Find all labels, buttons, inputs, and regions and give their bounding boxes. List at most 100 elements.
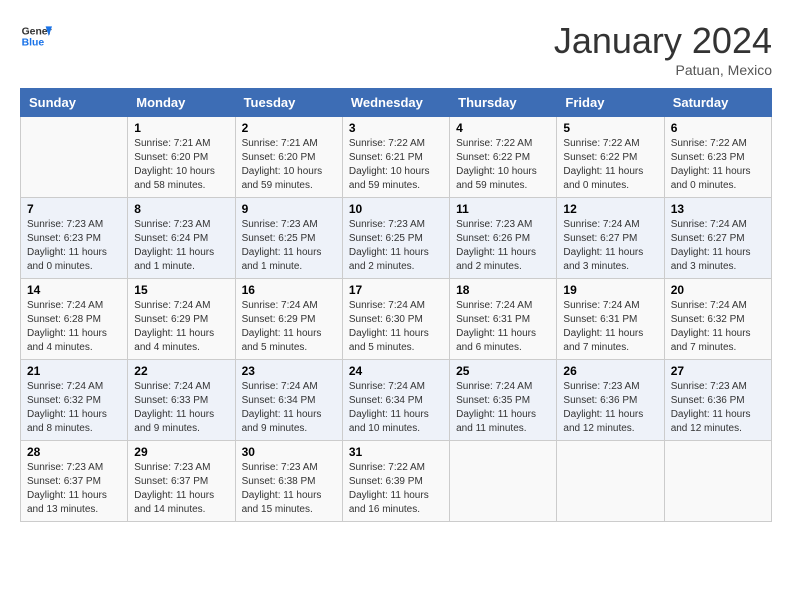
calendar-cell: 26 Sunrise: 7:23 AM Sunset: 6:36 PM Dayli…	[557, 360, 664, 441]
calendar-cell: 28 Sunrise: 7:23 AM Sunset: 6:37 PM Dayli…	[21, 441, 128, 522]
calendar-cell: 22 Sunrise: 7:24 AM Sunset: 6:33 PM Dayli…	[128, 360, 235, 441]
day-info: Sunrise: 7:24 AM Sunset: 6:31 PM Dayligh…	[456, 299, 550, 355]
day-info: Sunrise: 7:24 AM Sunset: 6:27 PM Dayligh…	[671, 218, 765, 274]
day-number: 3	[349, 121, 443, 135]
day-info: Sunrise: 7:24 AM Sunset: 6:31 PM Dayligh…	[563, 299, 657, 355]
day-number: 6	[671, 121, 765, 135]
column-header-tuesday: Tuesday	[235, 89, 342, 117]
calendar-cell: 8 Sunrise: 7:23 AM Sunset: 6:24 PM Daylig…	[128, 198, 235, 279]
day-number: 8	[134, 202, 228, 216]
day-info: Sunrise: 7:22 AM Sunset: 6:22 PM Dayligh…	[563, 137, 657, 193]
day-info: Sunrise: 7:23 AM Sunset: 6:24 PM Dayligh…	[134, 218, 228, 274]
day-info: Sunrise: 7:22 AM Sunset: 6:23 PM Dayligh…	[671, 137, 765, 193]
calendar-cell: 11 Sunrise: 7:23 AM Sunset: 6:26 PM Dayli…	[450, 198, 557, 279]
logo-icon: General Blue	[20, 20, 52, 52]
calendar-cell: 25 Sunrise: 7:24 AM Sunset: 6:35 PM Dayli…	[450, 360, 557, 441]
logo: General Blue	[20, 20, 52, 52]
calendar-cell: 24 Sunrise: 7:24 AM Sunset: 6:34 PM Dayli…	[342, 360, 449, 441]
day-number: 10	[349, 202, 443, 216]
day-info: Sunrise: 7:24 AM Sunset: 6:33 PM Dayligh…	[134, 380, 228, 436]
day-number: 22	[134, 364, 228, 378]
calendar-cell: 30 Sunrise: 7:23 AM Sunset: 6:38 PM Dayli…	[235, 441, 342, 522]
day-number: 25	[456, 364, 550, 378]
day-number: 27	[671, 364, 765, 378]
day-info: Sunrise: 7:24 AM Sunset: 6:32 PM Dayligh…	[671, 299, 765, 355]
calendar-cell: 27 Sunrise: 7:23 AM Sunset: 6:36 PM Dayli…	[664, 360, 771, 441]
day-info: Sunrise: 7:22 AM Sunset: 6:21 PM Dayligh…	[349, 137, 443, 193]
day-info: Sunrise: 7:23 AM Sunset: 6:36 PM Dayligh…	[563, 380, 657, 436]
day-info: Sunrise: 7:23 AM Sunset: 6:38 PM Dayligh…	[242, 461, 336, 517]
calendar-cell: 19Sunrise: 7:24 AM Sunset: 6:31 PM Dayli…	[557, 279, 664, 360]
svg-text:Blue: Blue	[22, 38, 45, 49]
calendar-cell: 10Sunrise: 7:23 AM Sunset: 6:25 PM Dayli…	[342, 198, 449, 279]
calendar-cell: 18 Sunrise: 7:24 AM Sunset: 6:31 PM Dayli…	[450, 279, 557, 360]
day-info: Sunrise: 7:24 AM Sunset: 6:34 PM Dayligh…	[242, 380, 336, 436]
day-number: 26	[563, 364, 657, 378]
calendar-cell: 14 Sunrise: 7:24 AM Sunset: 6:28 PM Dayli…	[21, 279, 128, 360]
calendar-cell: 15 Sunrise: 7:24 AM Sunset: 6:29 PM Dayli…	[128, 279, 235, 360]
day-number: 20	[671, 283, 765, 297]
day-number: 24	[349, 364, 443, 378]
day-info: Sunrise: 7:23 AM Sunset: 6:37 PM Dayligh…	[27, 461, 121, 517]
calendar-cell	[664, 441, 771, 522]
day-number: 28	[27, 445, 121, 459]
day-info: Sunrise: 7:21 AM Sunset: 6:20 PM Dayligh…	[242, 137, 336, 193]
calendar-cell: 29 Sunrise: 7:23 AM Sunset: 6:37 PM Dayli…	[128, 441, 235, 522]
column-header-friday: Friday	[557, 89, 664, 117]
month-title: January 2024	[554, 20, 772, 62]
day-info: Sunrise: 7:23 AM Sunset: 6:26 PM Dayligh…	[456, 218, 550, 274]
day-number: 14	[27, 283, 121, 297]
header-row: SundayMondayTuesdayWednesdayThursdayFrid…	[21, 89, 772, 117]
calendar-cell: 21Sunrise: 7:24 AM Sunset: 6:32 PM Dayli…	[21, 360, 128, 441]
calendar-cell: 6 Sunrise: 7:22 AM Sunset: 6:23 PM Daylig…	[664, 117, 771, 198]
day-number: 18	[456, 283, 550, 297]
calendar-cell: 5 Sunrise: 7:22 AM Sunset: 6:22 PM Daylig…	[557, 117, 664, 198]
week-row-1: 1 Sunrise: 7:21 AM Sunset: 6:20 PM Daylig…	[21, 117, 772, 198]
calendar-cell: 3 Sunrise: 7:22 AM Sunset: 6:21 PM Daylig…	[342, 117, 449, 198]
day-info: Sunrise: 7:24 AM Sunset: 6:27 PM Dayligh…	[563, 218, 657, 274]
day-info: Sunrise: 7:23 AM Sunset: 6:37 PM Dayligh…	[134, 461, 228, 517]
calendar-cell: 16 Sunrise: 7:24 AM Sunset: 6:29 PM Dayli…	[235, 279, 342, 360]
day-number: 12	[563, 202, 657, 216]
day-number: 29	[134, 445, 228, 459]
day-info: Sunrise: 7:24 AM Sunset: 6:29 PM Dayligh…	[242, 299, 336, 355]
day-info: Sunrise: 7:23 AM Sunset: 6:36 PM Dayligh…	[671, 380, 765, 436]
column-header-thursday: Thursday	[450, 89, 557, 117]
column-header-wednesday: Wednesday	[342, 89, 449, 117]
day-number: 30	[242, 445, 336, 459]
calendar-cell: 23 Sunrise: 7:24 AM Sunset: 6:34 PM Dayli…	[235, 360, 342, 441]
calendar-cell: 13Sunrise: 7:24 AM Sunset: 6:27 PM Dayli…	[664, 198, 771, 279]
column-header-saturday: Saturday	[664, 89, 771, 117]
day-info: Sunrise: 7:24 AM Sunset: 6:29 PM Dayligh…	[134, 299, 228, 355]
calendar-cell: 31Sunrise: 7:22 AM Sunset: 6:39 PM Dayli…	[342, 441, 449, 522]
week-row-4: 21Sunrise: 7:24 AM Sunset: 6:32 PM Dayli…	[21, 360, 772, 441]
day-info: Sunrise: 7:24 AM Sunset: 6:28 PM Dayligh…	[27, 299, 121, 355]
day-number: 15	[134, 283, 228, 297]
day-info: Sunrise: 7:24 AM Sunset: 6:35 PM Dayligh…	[456, 380, 550, 436]
day-number: 7	[27, 202, 121, 216]
calendar-cell: 9Sunrise: 7:23 AM Sunset: 6:25 PM Daylig…	[235, 198, 342, 279]
day-info: Sunrise: 7:23 AM Sunset: 6:23 PM Dayligh…	[27, 218, 121, 274]
calendar-cell	[450, 441, 557, 522]
day-number: 17	[349, 283, 443, 297]
column-header-monday: Monday	[128, 89, 235, 117]
day-number: 11	[456, 202, 550, 216]
day-info: Sunrise: 7:21 AM Sunset: 6:20 PM Dayligh…	[134, 137, 228, 193]
calendar-cell	[21, 117, 128, 198]
day-number: 4	[456, 121, 550, 135]
day-number: 16	[242, 283, 336, 297]
calendar-cell: 12 Sunrise: 7:24 AM Sunset: 6:27 PM Dayli…	[557, 198, 664, 279]
day-number: 21	[27, 364, 121, 378]
subtitle: Patuan, Mexico	[554, 62, 772, 78]
week-row-2: 7 Sunrise: 7:23 AM Sunset: 6:23 PM Daylig…	[21, 198, 772, 279]
calendar-cell: 1 Sunrise: 7:21 AM Sunset: 6:20 PM Daylig…	[128, 117, 235, 198]
day-info: Sunrise: 7:24 AM Sunset: 6:34 PM Dayligh…	[349, 380, 443, 436]
day-number: 2	[242, 121, 336, 135]
page-header: General Blue January 2024 Patuan, Mexico	[20, 20, 772, 78]
day-number: 31	[349, 445, 443, 459]
day-number: 1	[134, 121, 228, 135]
day-number: 23	[242, 364, 336, 378]
calendar-cell: 2 Sunrise: 7:21 AM Sunset: 6:20 PM Daylig…	[235, 117, 342, 198]
day-number: 5	[563, 121, 657, 135]
calendar-cell	[557, 441, 664, 522]
